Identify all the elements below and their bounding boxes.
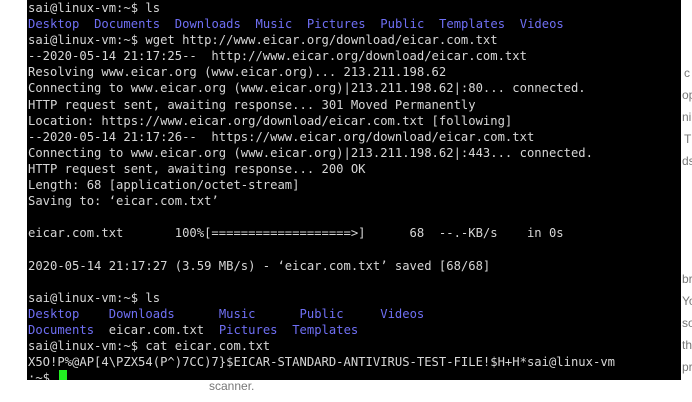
- background-text: ds: [682, 154, 692, 168]
- background-text: op: [682, 88, 692, 102]
- dir-entry: Downloads: [108, 306, 175, 321]
- terminal-line: sai@linux-vm:~$ ls: [28, 290, 161, 305]
- terminal-line: sai@linux-vm:~$ wget http://www.eicar.or…: [28, 33, 498, 48]
- dir-entry: Music: [255, 17, 293, 32]
- background-text: so: [682, 316, 692, 330]
- dir-entry: Music: [218, 306, 256, 321]
- dir-entry: Videos: [519, 17, 564, 32]
- terminal-line: Location: https://www.eicar.org/download…: [28, 113, 513, 128]
- terminal-line: Resolving www.eicar.org (www.eicar.org).…: [28, 65, 447, 80]
- terminal-line: HTTP request sent, awaiting response... …: [28, 97, 476, 112]
- file-entry: eicar.com.txt: [108, 322, 205, 337]
- dir-entry: Public: [299, 306, 344, 321]
- terminal-line: X5O!P%@AP[4\PZX54(P^)7CC)7}$EICAR-STANDA…: [28, 355, 615, 370]
- background-text: c: [684, 66, 690, 80]
- background-text: th: [682, 338, 692, 352]
- dir-entry: Templates: [439, 17, 506, 32]
- dir-entry: Videos: [380, 306, 425, 321]
- dir-entry: Public: [380, 17, 425, 32]
- background-text: br: [682, 272, 692, 286]
- terminal-line: eicar.com.txt 100%[===================>]…: [28, 226, 564, 241]
- text-cursor: [59, 370, 68, 380]
- dir-entry: Desktop: [28, 17, 80, 32]
- terminal-line: sai@linux-vm:~$ ls: [28, 1, 161, 15]
- terminal-line: sai@linux-vm:~$ cat eicar.com.txt: [28, 338, 271, 353]
- terminal-line: --2020-05-14 21:17:26-- https://www.eica…: [28, 129, 535, 144]
- prompt-line[interactable]: :~$: [28, 370, 681, 380]
- terminal-line: Connecting to www.eicar.org (www.eicar.o…: [28, 145, 593, 160]
- terminal-line: Length: 68 [application/octet-stream]: [28, 178, 300, 193]
- background-text: Yo: [682, 294, 692, 308]
- background-text: ni: [682, 110, 692, 124]
- dir-entry: Pictures: [218, 322, 278, 337]
- ls-output-row: Desktop Documents Downloads Music Pictur…: [28, 16, 681, 32]
- background-text: pr: [682, 360, 692, 374]
- dir-entry: Pictures: [306, 17, 366, 32]
- terminal-line: HTTP request sent, awaiting response... …: [28, 161, 366, 176]
- dir-entry: Documents: [94, 17, 161, 32]
- dir-entry: Downloads: [174, 17, 241, 32]
- ls-output-row: Desktop Downloads Music Public Videos: [28, 306, 681, 322]
- dir-entry: Desktop: [28, 306, 80, 321]
- terminal-line: 2020-05-14 21:17:27 (3.59 MB/s) - ‘eicar…: [28, 258, 491, 273]
- terminal-line: --2020-05-14 21:17:25-- http://www.eicar…: [28, 49, 527, 64]
- ls-output-row: Documents eicar.com.txt Pictures Templat…: [28, 322, 681, 338]
- terminal-line: Saving to: ‘eicar.com.txt’: [28, 194, 219, 209]
- background-text: scanner.: [209, 379, 255, 393]
- terminal-line: Connecting to www.eicar.org (www.eicar.o…: [28, 81, 586, 96]
- dir-entry: Documents: [28, 322, 95, 337]
- terminal-window[interactable]: sai@linux-vm:~$ ls Desktop Documents Dow…: [27, 0, 681, 380]
- dir-entry: Templates: [292, 322, 359, 337]
- prompt: :~$: [28, 371, 58, 380]
- terminal-output[interactable]: sai@linux-vm:~$ ls Desktop Documents Dow…: [27, 0, 681, 380]
- background-text: T: [684, 132, 692, 146]
